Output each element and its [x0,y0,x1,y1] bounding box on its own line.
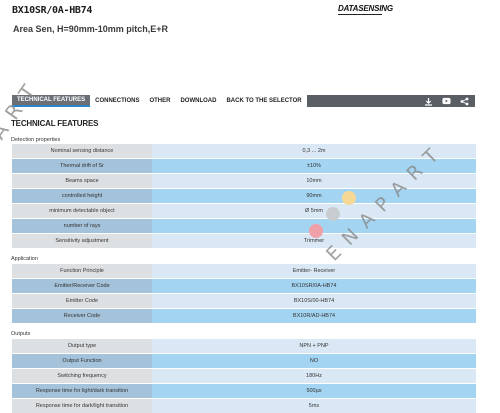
product-subtitle: Area Sen, H=90mm-10mm pitch,E+R [13,24,169,34]
row-value: 500µs [152,384,476,398]
gray-dot-icon [326,207,340,221]
download-icon[interactable] [424,97,433,106]
table-row: number of rays [12,219,476,233]
row-value: BX10SR/0A-HB74 [152,279,476,293]
row-value: BX10R/AD-HB74 [152,309,476,323]
tab-other[interactable]: OTHER [144,95,176,107]
group-label-detection: Detection properties [11,137,61,143]
row-label: Receiver Code [12,309,152,323]
table-row: controlled height 90mm [12,189,476,203]
row-label: controlled height [12,189,152,203]
tab-back-to-selector[interactable]: BACK TO THE SELECTOR [221,95,307,107]
row-value: NPN + PNP [152,339,476,353]
row-value: NO [152,354,476,368]
tab-connections[interactable]: CONNECTIONS [90,95,145,107]
table-row: Thermal drift of Sr ±10% [12,159,476,173]
brand-logo-underline [338,14,382,15]
table-row: Switching frequency 180Hz [12,369,476,383]
table-row: Output Function NO [12,354,476,368]
yellow-dot-icon [342,191,356,205]
table-row: Output type NPN + PNP [12,339,476,353]
nav-icon-group [424,97,475,106]
share-icon[interactable] [460,97,469,106]
row-label: Beams space [12,174,152,188]
watermark-left: A R T [0,78,42,144]
row-value: 90mm [152,189,476,203]
table-row: minimum detectable object Ø 5mm [12,204,476,218]
product-title: BX10SR/0A-HB74 [12,5,93,16]
table-row: Emitter Code BX10S/00-HB74 [12,294,476,308]
row-label: Response time for light/dark transition [12,384,152,398]
group-label-outputs: Outputs [11,331,31,337]
tab-technical-features[interactable]: TECHNICAL FEATURES [12,95,91,107]
row-value: Emitter- Receiver [152,264,476,278]
row-label: Switching frequency [12,369,152,383]
row-value: 5ms [152,399,476,413]
table-row: Response time for light/dark transition … [12,384,476,398]
row-label: number of rays [12,219,152,233]
section-title: TECHNICAL FEATURES [11,119,99,128]
row-label: Emitter/Receiver Code [12,279,152,293]
tab-download[interactable]: DOWNLOAD [175,95,222,107]
youtube-icon[interactable] [442,97,451,106]
brand-logo: DATASENSING [338,4,393,13]
table-row: Response time for dark/light transition … [12,399,476,413]
table-row: Receiver Code BX10R/AD-HB74 [12,309,476,323]
row-label: Response time for dark/light transition [12,399,152,413]
group-label-application: Application [11,256,38,262]
row-label: Function Principle [12,264,152,278]
table-row: Emitter/Receiver Code BX10SR/0A-HB74 [12,279,476,293]
table-row: Function Principle Emitter- Receiver [12,264,476,278]
row-label: Output type [12,339,152,353]
table-row: Nominal sensing distance 0,3 ... 2m [12,144,476,158]
table-row: Sensitivity adjustment Trimmer [12,234,476,248]
row-label: Nominal sensing distance [12,144,152,158]
row-label: Sensitivity adjustment [12,234,152,248]
row-label: minimum detectable object [12,204,152,218]
row-value: ±10% [152,159,476,173]
tab-navigation: TECHNICAL FEATURES CONNECTIONS OTHER DOW… [12,95,475,107]
row-value: Ø 5mm [152,204,476,218]
row-label: Emitter Code [12,294,152,308]
table-row: Beams space 10mm [12,174,476,188]
row-value: 180Hz [152,369,476,383]
red-dot-icon [309,224,323,238]
row-label: Output Function [12,354,152,368]
row-value: 10mm [152,174,476,188]
row-value: BX10S/00-HB74 [152,294,476,308]
row-value: 0,3 ... 2m [152,144,476,158]
row-label: Thermal drift of Sr [12,159,152,173]
